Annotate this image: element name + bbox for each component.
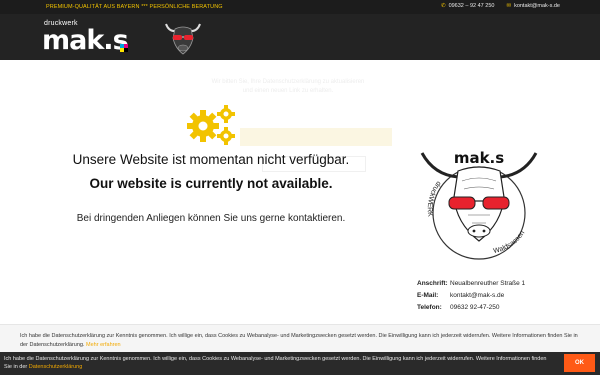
privacy-policy-link[interactable]: Datenschutzerklärung bbox=[29, 364, 83, 370]
badge-ring-left: druckWERK bbox=[426, 180, 442, 218]
envelope-icon: ✉ bbox=[506, 3, 512, 9]
email-label: E-Mail: bbox=[417, 292, 439, 299]
cookie-dark-text: Ich habe die Datenschutzerklärung zur Ke… bbox=[4, 356, 547, 370]
top-email: kontakt@mak-s.de bbox=[514, 3, 560, 9]
phone-value[interactable]: 09632 92-47-250 bbox=[450, 302, 500, 314]
svg-text:druckWERK: druckWERK bbox=[426, 180, 442, 218]
unavailable-message-de: Unsere Website ist momentan nicht verfüg… bbox=[72, 152, 350, 167]
email-value[interactable]: kontakt@mak-s.de bbox=[450, 290, 504, 302]
phone-label: Telefon: bbox=[417, 304, 442, 311]
unavailable-message-en: Our website is currently not available. bbox=[89, 176, 333, 191]
top-email-link[interactable]: ✉ kontakt@mak-s.de bbox=[506, 3, 560, 9]
faded-background-box bbox=[240, 128, 392, 146]
tagline: PREMIUM-QUALITÄT AUS BAYERN *** PERSÖNLI… bbox=[46, 4, 223, 10]
cmyk-dots-icon bbox=[120, 44, 128, 52]
address-value: Neualbenreuther Straße 1 bbox=[450, 280, 526, 287]
top-contact: ✆ 09632 – 92 47 250 ✉ kontakt@mak-s.de bbox=[441, 3, 560, 9]
badge-ring-right: Waldsassen bbox=[493, 230, 527, 255]
logo-main-text: mak.s bbox=[42, 25, 129, 56]
cookie-banner-light: Ich habe die Datenschutzerklärung zur Ke… bbox=[0, 324, 600, 352]
top-phone: 09632 – 92 47 250 bbox=[448, 3, 495, 9]
contact-info: Anschrift: Neualbenreuther Straße 1 E-Mai… bbox=[417, 278, 525, 314]
faded-background-text: Wir bitten Sie, Ihre Datenschutzerklärun… bbox=[211, 79, 365, 94]
top-phone-link[interactable]: ✆ 09632 – 92 47 250 bbox=[441, 3, 495, 9]
contact-hint: Bei dringenden Anliegen können Sie uns g… bbox=[76, 213, 346, 224]
more-info-link[interactable]: Mehr erfahren bbox=[86, 342, 121, 348]
svg-text:Waldsassen: Waldsassen bbox=[493, 230, 527, 255]
cookie-banner-dark: Ich habe die Datenschutzerklärung zur Ke… bbox=[0, 352, 600, 375]
gears-icon bbox=[187, 105, 235, 145]
cookie-ok-button[interactable]: OK bbox=[564, 354, 595, 372]
phone-icon: ✆ bbox=[440, 3, 446, 9]
top-bar: PREMIUM-QUALITÄT AUS BAYERN *** PERSÖNLI… bbox=[0, 0, 600, 14]
site-logo[interactable]: druckwerk mak.s bbox=[42, 19, 152, 59]
mak-s-bull-badge: mak.s druckWERK Waldsassen bbox=[420, 149, 538, 260]
bull-logo-icon bbox=[165, 23, 201, 55]
badge-brand: mak.s bbox=[454, 149, 504, 167]
address-label: Anschrift: bbox=[417, 280, 448, 287]
